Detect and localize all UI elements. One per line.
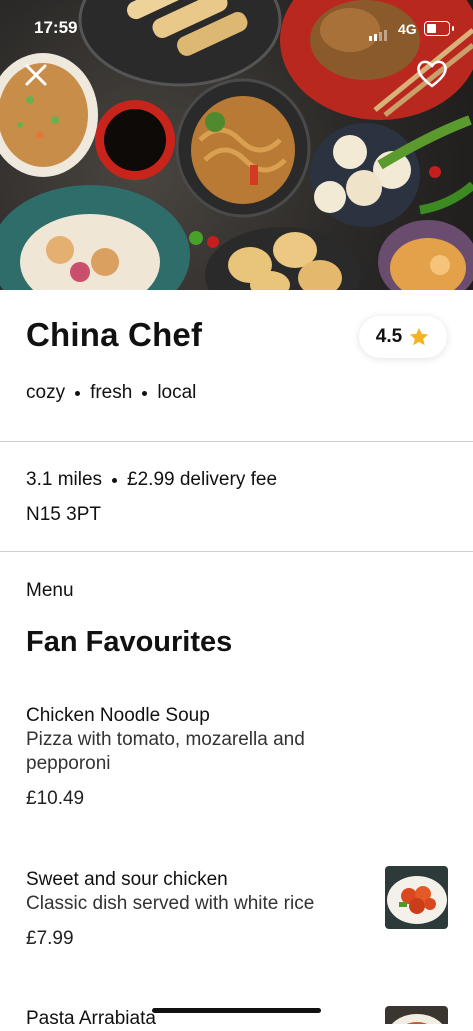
restaurant-name: China Chef (26, 316, 203, 353)
hero-image: 17:59 4G (0, 0, 473, 290)
home-indicator[interactable] (152, 1008, 321, 1013)
heart-outline-icon (417, 60, 447, 88)
battery-icon (424, 21, 454, 36)
delivery-info: 3.1 miles £2.99 delivery fee (26, 469, 277, 491)
delivery-fee: £2.99 delivery fee (127, 469, 278, 490)
tag: fresh (90, 382, 133, 403)
signal-icon (369, 23, 389, 41)
tag: cozy (26, 382, 66, 403)
rating-value: 4.5 (375, 326, 403, 347)
status-time: 17:59 (34, 18, 78, 37)
menu-item[interactable]: Sweet and sour chicken Classic dish serv… (26, 868, 356, 950)
restaurant-tags: cozy fresh local (26, 382, 196, 404)
menu-item-description: Classic dish served with white rice (26, 893, 315, 914)
menu-item-name: Chicken Noodle Soup (26, 705, 210, 726)
menu-item[interactable]: Chicken Noodle Soup Pizza with tomato, m… (26, 704, 356, 810)
section-title: Fan Favourites (26, 626, 233, 658)
sweet-sour-chicken-photo (385, 866, 448, 929)
favorite-button[interactable] (414, 56, 450, 92)
menu-item-description: Pizza with tomato, mozarella and pepporo… (26, 729, 305, 774)
menu-item-image[interactable] (385, 1006, 448, 1024)
menu-item-name: Sweet and sour chicken (26, 869, 228, 890)
status-bar: 17:59 4G (0, 0, 473, 58)
separator-dot (112, 477, 118, 483)
close-button[interactable] (18, 57, 54, 93)
menu-item-image[interactable] (385, 866, 448, 929)
close-icon (25, 64, 47, 86)
tag: local (157, 382, 197, 403)
divider (0, 551, 473, 552)
separator-dot (75, 390, 81, 396)
pasta-photo (385, 1006, 448, 1024)
menu-item-price: £7.99 (26, 928, 74, 949)
distance: 3.1 miles (26, 469, 103, 490)
separator-dot (142, 390, 148, 396)
star-icon (410, 327, 429, 346)
menu-item-price: £10.49 (26, 788, 85, 809)
rating-badge[interactable]: 4.5 (359, 316, 447, 358)
divider (0, 441, 473, 442)
postcode: N15 3PT (26, 504, 101, 525)
network-type: 4G (398, 21, 417, 37)
menu-label: Menu (26, 580, 74, 601)
